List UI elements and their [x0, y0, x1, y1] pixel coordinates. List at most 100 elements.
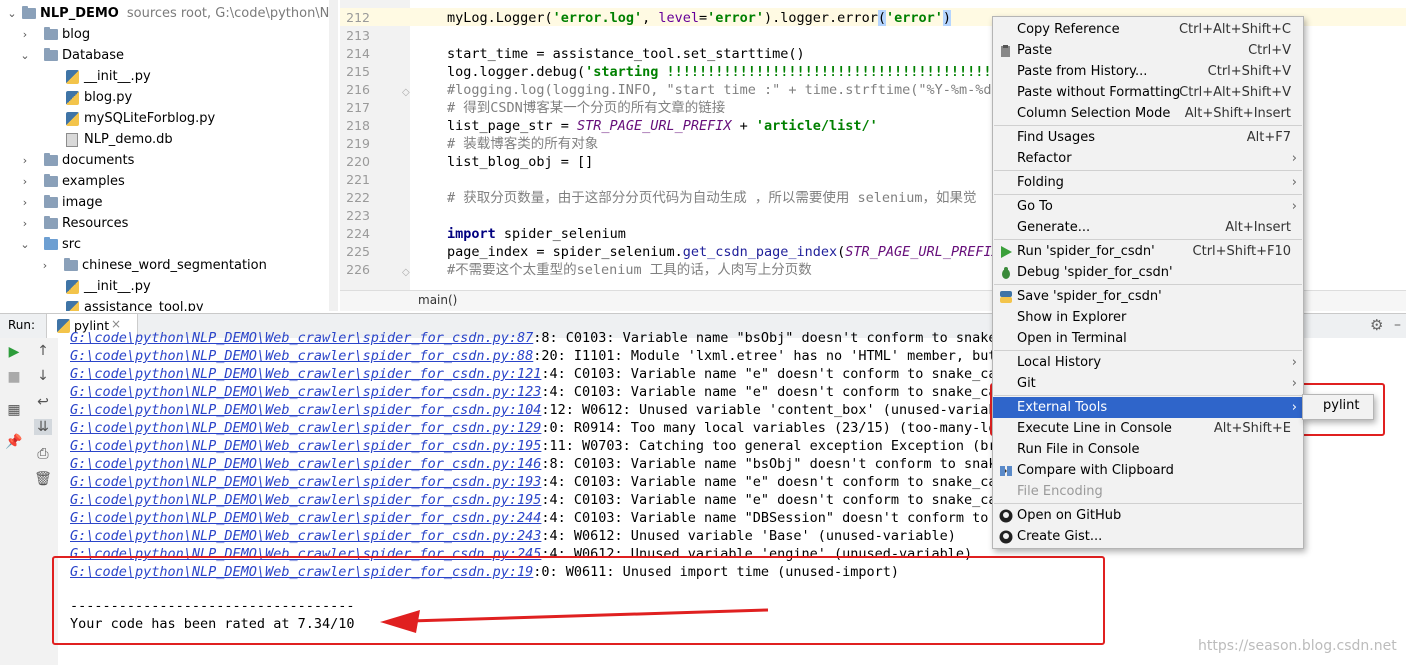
- menu-item-find-usages[interactable]: Find Usages Alt+F7: [993, 127, 1303, 148]
- chevron-down-icon[interactable]: ⌄: [6, 3, 18, 24]
- chevron-right-icon[interactable]: ›: [39, 255, 51, 276]
- code-line[interactable]: list_page_str = STR_PAGE_URL_PREFIX + 'a…: [447, 117, 878, 135]
- code-line[interactable]: # 得到CSDN博客某一个分页的所有文章的链接: [447, 99, 725, 117]
- up-arrow-icon[interactable]: ↑: [34, 343, 52, 359]
- github-icon: [999, 509, 1013, 523]
- menu-item-paste-without-formatting[interactable]: Paste without Formatting Ctrl+Alt+Shift+V: [993, 82, 1303, 103]
- trash-icon[interactable]: 🗑: [34, 471, 52, 487]
- menu-item-run-spider-for-csdn[interactable]: Run 'spider_for_csdn' Ctrl+Shift+F10: [993, 241, 1303, 262]
- code-token: (: [877, 10, 886, 26]
- chevron-right-icon[interactable]: ›: [19, 213, 31, 234]
- line-number: 220: [346, 154, 370, 169]
- menu-item-label: Compare with Clipboard: [1017, 463, 1174, 478]
- console-line: G:\code\python\NLP_DEMO\Web_crawler\spid…: [70, 401, 997, 419]
- line-number: 212: [346, 10, 370, 25]
- menu-item-open-in-terminal[interactable]: Open in Terminal: [993, 328, 1303, 349]
- menu-item-save-spider-for-csdn[interactable]: Save 'spider_for_csdn': [993, 286, 1303, 307]
- menu-item-git[interactable]: Git ›: [993, 373, 1303, 394]
- tree-scrollbar[interactable]: [329, 0, 338, 311]
- chevron-down-icon[interactable]: ⌄: [19, 45, 31, 66]
- console-link[interactable]: G:\code\python\NLP_DEMO\Web_crawler\spid…: [70, 420, 541, 436]
- menu-item-run-file-in-console[interactable]: Run File in Console: [993, 439, 1303, 460]
- code-line[interactable]: import spider_selenium: [447, 225, 626, 243]
- code-line[interactable]: # 获取分页数量，由于这部分分页代码为自动生成 ，所以需要使用 selenium…: [447, 189, 977, 207]
- down-arrow-icon[interactable]: ↓: [34, 368, 52, 384]
- console-link[interactable]: G:\code\python\NLP_DEMO\Web_crawler\spid…: [70, 438, 541, 454]
- chevron-right-icon: ›: [1291, 376, 1297, 391]
- line-number: 213: [346, 28, 370, 43]
- console-link[interactable]: G:\code\python\NLP_DEMO\Web_crawler\spid…: [70, 456, 541, 472]
- console-link[interactable]: G:\code\python\NLP_DEMO\Web_crawler\spid…: [70, 492, 541, 508]
- menu-item-create-gist[interactable]: Create Gist...: [993, 526, 1303, 547]
- menu-item-debug-spider-for-csdn[interactable]: Debug 'spider_for_csdn': [993, 262, 1303, 283]
- menu-item-local-history[interactable]: Local History ›: [993, 352, 1303, 373]
- menu-item-label: External Tools: [1017, 400, 1108, 415]
- fold-marker-icon[interactable]: ◇: [402, 87, 410, 98]
- console-link[interactable]: G:\code\python\NLP_DEMO\Web_crawler\spid…: [70, 366, 541, 382]
- menu-item-copy-reference[interactable]: Copy Reference Ctrl+Alt+Shift+C: [993, 19, 1303, 40]
- menu-item-paste-from-history[interactable]: Paste from History... Ctrl+Shift+V: [993, 61, 1303, 82]
- minimize-icon[interactable]: –: [1394, 317, 1401, 333]
- python-file-icon: [66, 91, 79, 105]
- chevron-right-icon[interactable]: ›: [19, 24, 31, 45]
- code-line[interactable]: start_time = assistance_tool.set_startti…: [447, 45, 805, 63]
- code-token: # 获取分页数量，由于这部分分页代码为自动生成 ，所以需要使用 selenium…: [447, 190, 977, 206]
- line-number: 219: [346, 136, 370, 151]
- console-link[interactable]: G:\code\python\NLP_DEMO\Web_crawler\spid…: [70, 528, 541, 544]
- menu-item-folding[interactable]: Folding ›: [993, 172, 1303, 193]
- menu-item-label: Run 'spider_for_csdn': [1017, 244, 1155, 259]
- external-tools-submenu: pylint: [1302, 394, 1374, 420]
- chevron-down-icon[interactable]: ⌄: [19, 234, 31, 255]
- code-token: ,: [642, 10, 659, 26]
- line-number: 215: [346, 64, 370, 79]
- console-link[interactable]: G:\code\python\NLP_DEMO\Web_crawler\spid…: [70, 348, 533, 364]
- menu-item-compare-with-clipboard[interactable]: Compare with Clipboard: [993, 460, 1303, 481]
- code-line[interactable]: myLog.Logger('error.log', level='error')…: [447, 9, 952, 27]
- code-line[interactable]: # 装载博客类的所有对象: [447, 135, 598, 153]
- code-line[interactable]: #logging.log(logging.INFO, "start time :…: [447, 81, 1016, 99]
- soft-wrap-icon[interactable]: ↩: [34, 394, 52, 410]
- console-link[interactable]: G:\code\python\NLP_DEMO\Web_crawler\spid…: [70, 474, 541, 490]
- menu-separator: [994, 125, 1302, 126]
- code-line[interactable]: #不需要这个太重型的selenium 工具的话，人肉写上分页数: [447, 261, 812, 279]
- print-icon[interactable]: ⎙: [34, 446, 52, 462]
- menu-item-refactor[interactable]: Refactor ›: [993, 148, 1303, 169]
- fold-marker-icon[interactable]: ◇: [402, 267, 410, 278]
- line-number: 224: [346, 226, 370, 241]
- console-text: :4: C0103: Variable name "e" doesn't con…: [541, 384, 1013, 400]
- menu-item-generate[interactable]: Generate... Alt+Insert: [993, 217, 1303, 238]
- code-token: ): [942, 10, 952, 26]
- code-token: # 装载博客类的所有对象: [447, 136, 599, 152]
- menu-item-column-selection-mode[interactable]: Column Selection Mode Alt+Shift+Insert: [993, 103, 1303, 124]
- console-link[interactable]: G:\code\python\NLP_DEMO\Web_crawler\spid…: [70, 402, 541, 418]
- menu-item-label: Paste: [1017, 43, 1053, 58]
- menu-item-show-in-explorer[interactable]: Show in Explorer: [993, 307, 1303, 328]
- stop-icon[interactable]: ■: [5, 369, 23, 385]
- line-number: 218: [346, 118, 370, 133]
- chevron-right-icon[interactable]: ›: [19, 150, 31, 171]
- code-line[interactable]: list_blog_obj = []: [447, 153, 593, 171]
- menu-item-open-on-github[interactable]: Open on GitHub: [993, 505, 1303, 526]
- menu-item-shortcut: Ctrl+Alt+Shift+C: [1178, 22, 1291, 37]
- folder-icon: [44, 195, 58, 208]
- menu-item-external-tools[interactable]: External Tools ›: [993, 397, 1303, 418]
- rerun-icon[interactable]: ▶: [5, 344, 23, 360]
- console-link[interactable]: G:\code\python\NLP_DEMO\Web_crawler\spid…: [70, 510, 541, 526]
- menu-item-label: Git: [1017, 376, 1036, 391]
- chevron-right-icon[interactable]: ›: [19, 192, 31, 213]
- menu-item-execute-line-in-console[interactable]: Execute Line in Console Alt+Shift+E: [993, 418, 1303, 439]
- code-line[interactable]: page_index = spider_selenium.get_csdn_pa…: [447, 243, 1000, 261]
- breadcrumb-function[interactable]: main(): [418, 293, 457, 307]
- menu-item-go-to[interactable]: Go To ›: [993, 196, 1303, 217]
- console-link[interactable]: G:\code\python\NLP_DEMO\Web_crawler\spid…: [70, 330, 533, 346]
- layout-icon[interactable]: ▦: [5, 402, 23, 418]
- menu-item-paste[interactable]: Paste Ctrl+V: [993, 40, 1303, 61]
- pin-icon[interactable]: 📌: [5, 434, 23, 450]
- code-token: #logging.log(logging.INFO, "start time :…: [447, 82, 1016, 98]
- code-token: list_blog_obj = []: [447, 154, 594, 170]
- console-link[interactable]: G:\code\python\NLP_DEMO\Web_crawler\spid…: [70, 384, 541, 400]
- gear-icon[interactable]: ⚙: [1370, 316, 1383, 334]
- scroll-to-end-icon[interactable]: ⇊: [34, 419, 52, 435]
- chevron-right-icon[interactable]: ›: [19, 171, 31, 192]
- submenu-item-pylint[interactable]: pylint: [1323, 398, 1360, 413]
